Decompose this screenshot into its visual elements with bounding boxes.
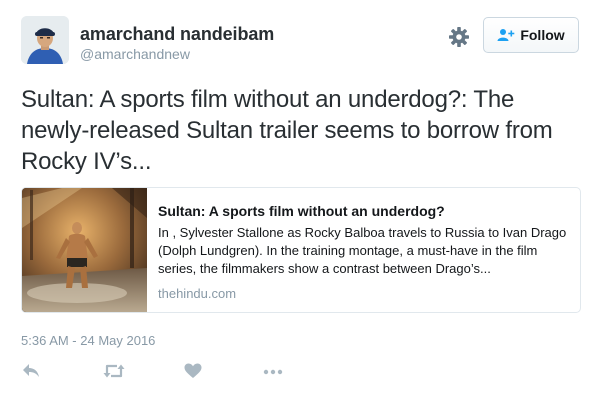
avatar-photo — [21, 16, 69, 64]
retweet-icon[interactable] — [103, 363, 125, 379]
author-handle[interactable]: @amarchandnew — [80, 46, 190, 62]
tweet-timestamp[interactable]: 5:36 AM - 24 May 2016 — [21, 333, 155, 348]
card-image[interactable] — [22, 188, 147, 312]
more-icon[interactable] — [263, 369, 283, 375]
author-display-name[interactable]: amarchand nandeibam — [80, 24, 274, 45]
follow-button-label: Follow — [520, 27, 565, 43]
person-plus-icon — [497, 29, 515, 41]
card-domain[interactable]: thehindu.com — [158, 286, 570, 301]
card-description: In , Sylvester Stallone as Rocky Balboa … — [158, 225, 567, 276]
follow-button[interactable]: Follow — [483, 17, 579, 53]
like-icon[interactable] — [184, 363, 202, 379]
link-card[interactable]: Sultan: A sports film without an underdo… — [21, 187, 581, 313]
boxer-photo — [22, 188, 147, 312]
gear-icon[interactable] — [447, 25, 471, 49]
avatar[interactable] — [21, 16, 69, 64]
card-title[interactable]: Sultan: A sports film without an underdo… — [158, 202, 570, 220]
reply-icon[interactable] — [22, 363, 40, 379]
tweet-text: Sultan: A sports film without an underdo… — [21, 86, 553, 175]
